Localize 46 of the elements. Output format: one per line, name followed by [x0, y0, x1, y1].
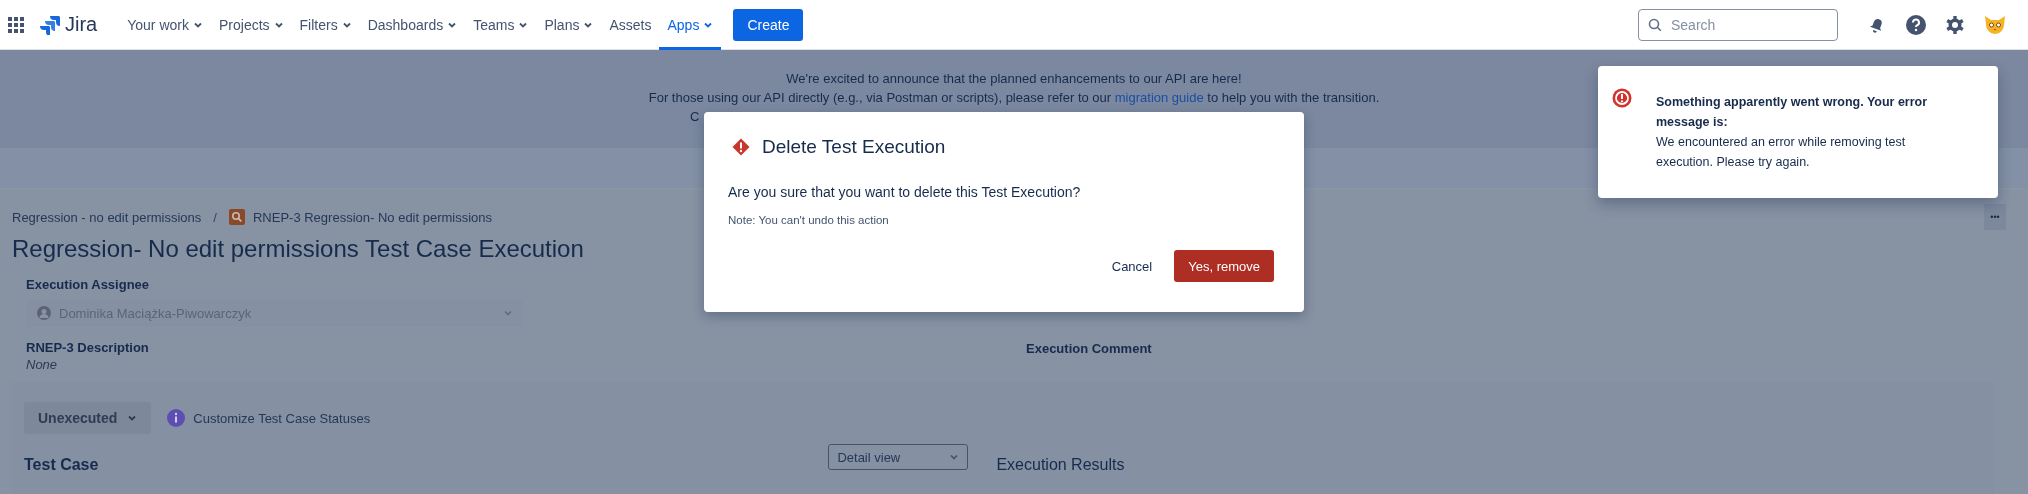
search-field[interactable]: Search — [1638, 8, 1838, 41]
breadcrumb-link[interactable]: Regression - no edit permissions — [12, 209, 202, 225]
more-actions-button[interactable]: ••• — [1984, 204, 2006, 230]
field-label: Execution Comment — [1026, 341, 1152, 356]
logo-icon — [40, 14, 60, 35]
page-title: Regression- No edit permissions Test Case Execution — [12, 235, 585, 263]
nav-item[interactable]: Filters — [291, 0, 360, 50]
issue-type-icon — [228, 209, 245, 225]
cancel-button[interactable]: Cancel — [1101, 252, 1163, 280]
nav-item[interactable]: Dashboards — [359, 0, 466, 50]
settings-icon[interactable] — [1945, 14, 1965, 35]
toast-message: We encountered an error while removing test execution. Please try again. — [1656, 134, 1907, 171]
view-select[interactable]: Detail view — [828, 444, 969, 470]
nav-item[interactable]: Projects — [211, 0, 292, 50]
error-icon — [1612, 88, 1632, 108]
nav-item[interactable]: Plans — [536, 0, 602, 50]
banner-text: C — [690, 108, 700, 126]
breadcrumb-link[interactable]: RNEP-3 Regression- No edit permissions — [252, 209, 493, 225]
banner-text: We're excited to announce that the planned enhancements to our API are here! — [786, 70, 1242, 88]
nav-item[interactable]: Assets — [601, 0, 660, 50]
breadcrumb-separator: / — [213, 209, 217, 225]
cat-avatar-icon[interactable] — [1983, 13, 2007, 36]
chevron-down-icon — [949, 452, 960, 462]
nav-item[interactable]: Teams — [465, 0, 537, 50]
section-heading: Test Case — [24, 455, 99, 474]
dialog-title: Delete Test Execution — [762, 136, 946, 158]
logo-text[interactable]: Jira — [65, 13, 98, 36]
create-button[interactable]: Create — [733, 8, 804, 41]
customize-statuses-link[interactable]: Customize Test Case Statuses — [193, 410, 371, 426]
nav-item[interactable]: Your work — [119, 0, 211, 50]
remove-button[interactable]: Yes, remove — [1174, 250, 1274, 282]
help-icon[interactable] — [1905, 13, 1927, 36]
app-grid-icon[interactable] — [8, 16, 24, 33]
toast-title: Something apparently went wrong. Your error message is: — [1656, 94, 1929, 131]
chevron-down-icon — [503, 308, 513, 318]
field-label: RNEP-3 Description — [26, 340, 150, 355]
info-icon — [167, 409, 186, 427]
dialog-message: Are you sure that you want to delete this Test Execution? — [728, 184, 1082, 200]
field-label: Execution Assignee — [26, 277, 151, 292]
field-value: None — [26, 357, 59, 372]
avatar-icon — [37, 306, 51, 320]
warning-icon — [732, 138, 750, 156]
section-heading: Execution Results — [996, 455, 1125, 474]
banner-text: For those using our API directly (e.g., via Postman or scripts), please refer to our migration guide to help you with the transition. — [648, 89, 1380, 107]
chevron-down-icon — [127, 413, 138, 423]
dialog-note: Note: You can't undo this action — [728, 214, 890, 226]
